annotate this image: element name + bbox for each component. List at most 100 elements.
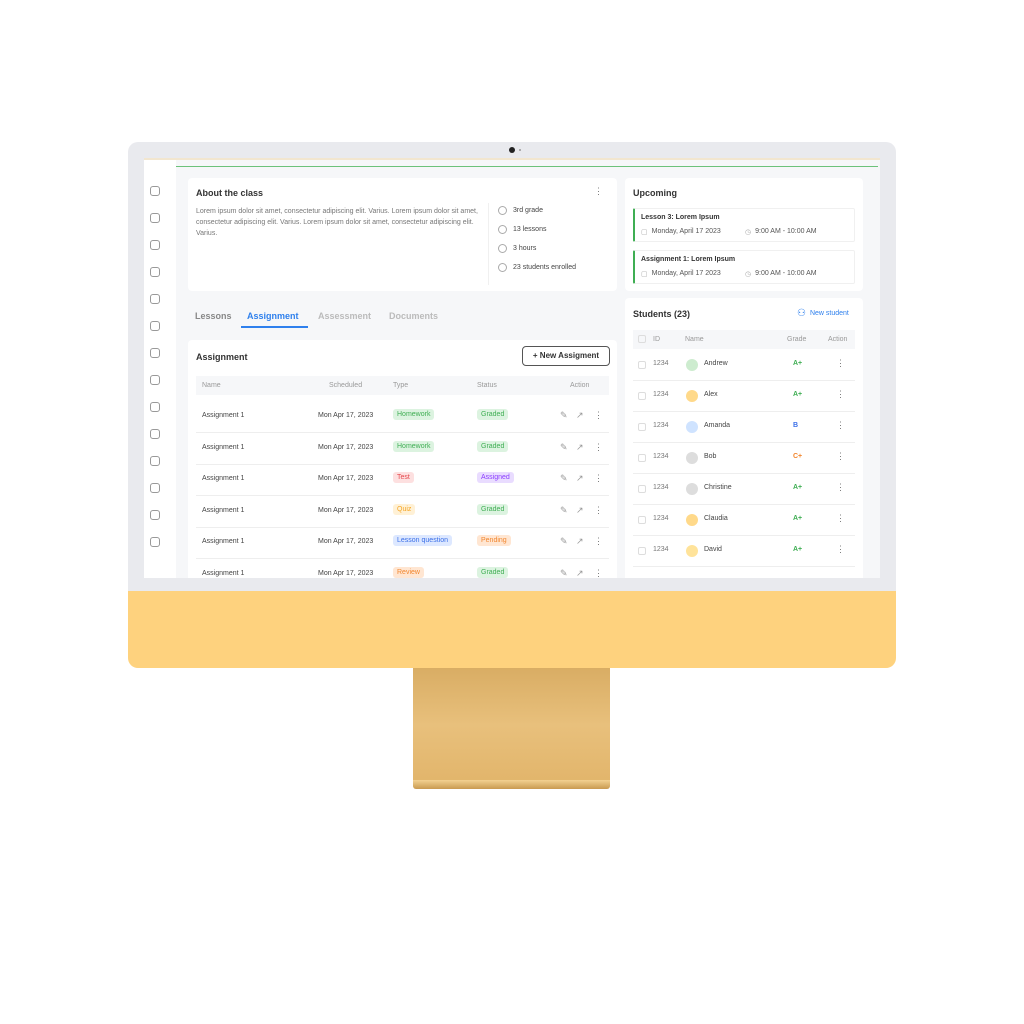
open-external-icon[interactable]: ↗ (576, 505, 584, 516)
assignment-title: Assignment (196, 352, 248, 362)
more-icon[interactable]: ⋮ (836, 358, 845, 369)
status-badge: Graded (477, 566, 509, 578)
graduation-icon[interactable] (150, 456, 160, 466)
monitor-chin (128, 591, 896, 668)
upcoming-event[interactable]: Lesson 3: Lorem Ipsum ▢ Monday, April 17 … (633, 208, 855, 242)
smile-icon[interactable] (150, 429, 160, 439)
message-icon[interactable] (150, 321, 160, 331)
camera (509, 147, 515, 153)
open-external-icon[interactable]: ↗ (576, 473, 584, 484)
new-student-button[interactable]: ⚇ New student (797, 308, 849, 319)
students-column-header: ID (653, 336, 660, 343)
clock-icon: ◷ (745, 271, 752, 278)
edit-icon[interactable]: ✎ (560, 410, 568, 421)
student-grade: A+ (793, 546, 803, 553)
select-all-checkbox[interactable] (638, 335, 646, 343)
student-row[interactable]: 1234 David A+ ⋮ (633, 536, 855, 567)
row-checkbox[interactable] (638, 454, 646, 462)
event-time: ◷ 9:00 AM - 10:00 AM (745, 228, 817, 236)
upcoming-card: Upcoming Lesson 3: Lorem Ipsum ▢ Monday, … (625, 178, 863, 291)
table-row[interactable]: Assignment 1 Mon Apr 17, 2023 Lesson que… (196, 528, 609, 559)
briefcase-icon[interactable] (150, 294, 160, 304)
calendar-icon: ▢ (641, 229, 648, 236)
clipboard-icon[interactable] (150, 375, 160, 385)
more-icon[interactable]: ⋮ (836, 544, 845, 555)
more-icon[interactable]: ⋮ (594, 186, 603, 197)
upcoming-event[interactable]: Assignment 1: Lorem Ipsum ▢ Monday, April… (633, 250, 855, 284)
more-icon[interactable]: ⋮ (594, 536, 603, 547)
student-row[interactable]: 1234 Alex A+ ⋮ (633, 381, 855, 412)
status-badge: Pending (477, 535, 511, 546)
tab-documents[interactable]: Documents (389, 311, 438, 321)
heart-icon[interactable] (150, 240, 160, 250)
table-row[interactable]: Assignment 1 Mon Apr 17, 2023 Test Assig… (196, 465, 609, 496)
open-external-icon[interactable]: ↗ (576, 410, 584, 421)
row-checkbox[interactable] (638, 485, 646, 493)
trash-icon[interactable] (150, 537, 160, 547)
students-column-header: Action (828, 336, 848, 343)
type-badge: Homework (393, 440, 435, 452)
active-tab-indicator (241, 326, 308, 328)
student-name: Alex (704, 391, 718, 398)
more-icon[interactable]: ⋮ (836, 513, 845, 524)
book-icon (498, 225, 507, 234)
table-row[interactable]: Assignment 1 Mon Apr 17, 2023 Review Gra… (196, 560, 609, 579)
student-grade: B (793, 422, 799, 429)
tab-assessment[interactable]: Assessment (318, 311, 371, 321)
more-icon[interactable]: ⋮ (836, 482, 845, 493)
avatar (686, 545, 698, 557)
sidebar (144, 160, 176, 578)
event-date: ▢ Monday, April 17 2023 (641, 270, 721, 278)
student-row[interactable]: 1234 Andrew A+ ⋮ (633, 350, 855, 381)
row-checkbox[interactable] (638, 516, 646, 524)
open-external-icon[interactable]: ↗ (576, 536, 584, 547)
student-row[interactable]: 1234 Claudia A+ ⋮ (633, 505, 855, 536)
scheduled-date: Mon Apr 17, 2023 (318, 538, 374, 545)
open-external-icon[interactable]: ↗ (576, 442, 584, 453)
student-row[interactable]: 1234 Christine A+ ⋮ (633, 474, 855, 505)
column-header: Scheduled (329, 382, 363, 389)
new-assignment-button[interactable]: + New Assigment (522, 346, 610, 366)
tab-lessons[interactable]: Lessons (195, 311, 232, 321)
chart-icon[interactable] (150, 186, 160, 196)
about-text: Lorem ipsum dolor sit amet, consectetur … (196, 208, 478, 237)
scheduled-date: Mon Apr 17, 2023 (318, 569, 374, 577)
table-row[interactable]: Assignment 1 Mon Apr 17, 2023 Homework G… (196, 402, 609, 433)
table-row[interactable]: Assignment 1 Mon Apr 17, 2023 Quiz Grade… (196, 497, 609, 528)
layout-icon[interactable] (150, 213, 160, 223)
table-row[interactable]: Assignment 1 Mon Apr 17, 2023 Homework G… (196, 434, 609, 465)
column-header: Action (570, 382, 590, 389)
more-icon[interactable]: ⋮ (836, 389, 845, 400)
more-icon[interactable]: ⋮ (836, 451, 845, 462)
calendar-icon[interactable] (150, 402, 160, 412)
row-checkbox[interactable] (638, 423, 646, 431)
more-icon[interactable]: ⋮ (594, 410, 603, 421)
more-icon[interactable]: ⋮ (836, 420, 845, 431)
user-card-icon[interactable] (150, 348, 160, 358)
more-icon[interactable]: ⋮ (594, 473, 603, 484)
column-header: Status (477, 382, 497, 389)
more-icon[interactable]: ⋮ (594, 568, 603, 579)
edit-icon[interactable]: ✎ (560, 568, 568, 579)
edit-icon[interactable]: ✎ (560, 536, 568, 547)
assignment-name: Assignment 1 (202, 506, 245, 514)
open-external-icon[interactable]: ↗ (576, 568, 584, 579)
student-row[interactable]: 1234 Amanda B ⋮ (633, 412, 855, 443)
edit-icon[interactable] (150, 483, 160, 493)
edit-icon[interactable]: ✎ (560, 442, 568, 453)
scheduled-date: Mon Apr 17, 2023 (318, 475, 374, 482)
assignment-name: Assignment 1 (202, 569, 245, 577)
notebook-icon[interactable] (150, 510, 160, 520)
screen: About the class ⋮ Lorem ipsum dolor sit … (144, 158, 880, 578)
tab-assignment[interactable]: Assignment (247, 311, 299, 321)
more-icon[interactable]: ⋮ (594, 505, 603, 516)
more-icon[interactable]: ⋮ (594, 442, 603, 453)
edit-icon[interactable]: ✎ (560, 473, 568, 484)
edit-icon[interactable]: ✎ (560, 505, 568, 516)
student-row[interactable]: 1234 Bob C+ ⋮ (633, 443, 855, 474)
row-checkbox[interactable] (638, 547, 646, 555)
chat-icon[interactable] (150, 267, 160, 277)
row-checkbox[interactable] (638, 392, 646, 400)
row-checkbox[interactable] (638, 361, 646, 369)
student-grade: A+ (793, 515, 803, 522)
